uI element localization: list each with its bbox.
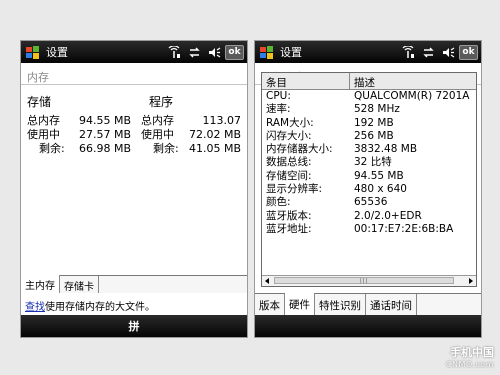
table-row[interactable]: 蓝牙地址: 00:17:E7:2E:6B:BA (262, 223, 476, 236)
column-header-description[interactable]: 描述 (350, 73, 379, 89)
device-info-screen: 设置 ok 设备信息 条目 描述 CPU:QUALCOMM(R) 7201A 速… (254, 40, 482, 338)
tab-storage-card[interactable]: 存储卡 (60, 276, 99, 293)
row-item: 颜色: (266, 196, 291, 209)
program-used-label: 使用中 (141, 128, 174, 141)
row-item: 存储空间: (266, 169, 312, 182)
row-description: 32 比特 (354, 156, 392, 169)
scroll-thumb[interactable]: ||| (274, 277, 454, 284)
signal-icon[interactable] (402, 44, 415, 59)
storage-free-label: 剩余: (39, 142, 65, 155)
windows-start-icon[interactable] (258, 44, 275, 61)
tab-hardware[interactable]: 硬件 (285, 293, 315, 315)
softkey-bar: 拼 (21, 315, 247, 337)
network-icon[interactable] (188, 46, 201, 59)
table-row[interactable]: CPU: QUALCOMM(R) 7201A (262, 90, 476, 103)
row-description: 192 MB (354, 116, 394, 129)
window-title: 设置 (46, 46, 68, 59)
tab-main-memory[interactable]: 主内存 (21, 275, 60, 293)
program-free-label: 剩余: (153, 142, 179, 155)
row-description: 00:17:E7:2E:6B:BA (354, 222, 454, 235)
table-row[interactable]: 显示分辨率: 480 x 640 (262, 183, 476, 196)
table-row[interactable]: 内存储器大小: 3832.48 MB (262, 143, 476, 156)
scroll-left-icon[interactable] (265, 278, 269, 284)
device-info-tabs: 版本 硬件 特性识别 通话时间 (255, 293, 481, 315)
large-files-hint: 查找使用存储内存的大文件。 (25, 298, 155, 313)
ok-button[interactable]: ok (225, 44, 244, 60)
tab-call-time[interactable]: 通话时间 (366, 294, 417, 315)
table-row[interactable]: 闪存大小: 256 MB (262, 130, 476, 143)
storage-total-label: 总内存 (27, 114, 60, 127)
program-heading: 程序 (149, 95, 174, 109)
storage-heading: 存储 (27, 95, 52, 109)
table-row[interactable]: 蓝牙版本: 2.0/2.0+EDR (262, 210, 476, 223)
windows-start-icon[interactable] (24, 44, 41, 61)
table-row[interactable]: 颜色: 65536 (262, 196, 476, 209)
storage-used-label: 使用中 (27, 128, 60, 141)
memory-tabs: 主内存 存储卡 (21, 275, 247, 293)
row-description: QUALCOMM(R) 7201A (354, 90, 470, 102)
cnmo-watermark: 手机中国 CNMO.com (446, 344, 494, 369)
row-description: 2.0/2.0+EDR (354, 209, 422, 222)
window-title: 设置 (280, 46, 302, 59)
storage-used-value: 27.57 MB (78, 128, 131, 141)
memory-screen: 设置 ok 内存 存储 总内存 94.55 MB 使用中 27.57 MB 剩余: 6… (20, 40, 248, 338)
signal-icon[interactable] (168, 44, 181, 59)
ok-button[interactable]: ok (459, 44, 478, 60)
row-description: 256 MB (354, 129, 394, 142)
row-item: 闪存大小: (266, 129, 312, 142)
row-item: 蓝牙地址: (266, 222, 312, 235)
network-icon[interactable] (422, 46, 435, 59)
row-description: 94.55 MB (354, 169, 404, 182)
title-bar: 设置 ok (255, 41, 481, 63)
row-description: 65536 (354, 196, 388, 209)
horizontal-scrollbar[interactable]: ||| (262, 275, 476, 286)
row-item: 内存储器大小: (266, 143, 333, 156)
column-header-item[interactable]: 条目 (262, 73, 350, 89)
row-item: CPU: (266, 90, 291, 102)
section-title: 内存 (21, 63, 247, 85)
storage-free-value: 66.98 MB (78, 142, 131, 155)
table-row[interactable]: 速率: 528 MHz (262, 103, 476, 116)
row-item: 数据总线: (266, 156, 312, 169)
find-link[interactable]: 查找 (25, 302, 45, 313)
softkey-bar (255, 315, 481, 337)
row-description: 480 x 640 (354, 183, 407, 196)
row-item: 速率: (266, 103, 291, 116)
program-free-value: 41.05 MB (188, 142, 241, 155)
table-header: 条目 描述 (262, 73, 476, 90)
table-row[interactable]: 数据总线: 32 比特 (262, 156, 476, 169)
table-row[interactable]: RAM大小: 192 MB (262, 117, 476, 130)
scroll-right-icon[interactable] (469, 278, 473, 284)
input-panel-softkey[interactable]: 拼 (129, 318, 140, 334)
hint-text: 使用存储内存的大文件。 (45, 302, 155, 313)
row-description: 3832.48 MB (354, 143, 418, 156)
row-item: 蓝牙版本: (266, 209, 312, 222)
tab-feature-id[interactable]: 特性识别 (315, 294, 366, 315)
device-info-table: 条目 描述 CPU: QUALCOMM(R) 7201A 速率: 528 MHz R… (261, 72, 477, 287)
row-description: 528 MHz (354, 103, 400, 116)
row-item: RAM大小: (266, 116, 314, 129)
speaker-icon[interactable] (442, 46, 455, 59)
program-used-value: 72.02 MB (188, 128, 241, 141)
speaker-icon[interactable] (208, 46, 221, 59)
program-memory-block: 程序 总内存 113.07 使用中 72.02 MB 剩余: 41.05 MB (141, 93, 241, 156)
title-bar: 设置 ok (21, 41, 247, 63)
storage-memory-block: 存储 总内存 94.55 MB 使用中 27.57 MB 剩余: 66.98 MB (27, 93, 131, 156)
watermark-main: 手机中国 (450, 346, 494, 359)
storage-total-value: 94.55 MB (78, 114, 131, 127)
program-total-label: 总内存 (141, 114, 174, 127)
row-item: 显示分辨率: (266, 183, 323, 196)
program-total-value: 113.07 (202, 114, 242, 127)
watermark-sub: CNMO.com (445, 360, 494, 369)
tab-version[interactable]: 版本 (255, 294, 285, 315)
table-row[interactable]: 存储空间: 94.55 MB (262, 170, 476, 183)
